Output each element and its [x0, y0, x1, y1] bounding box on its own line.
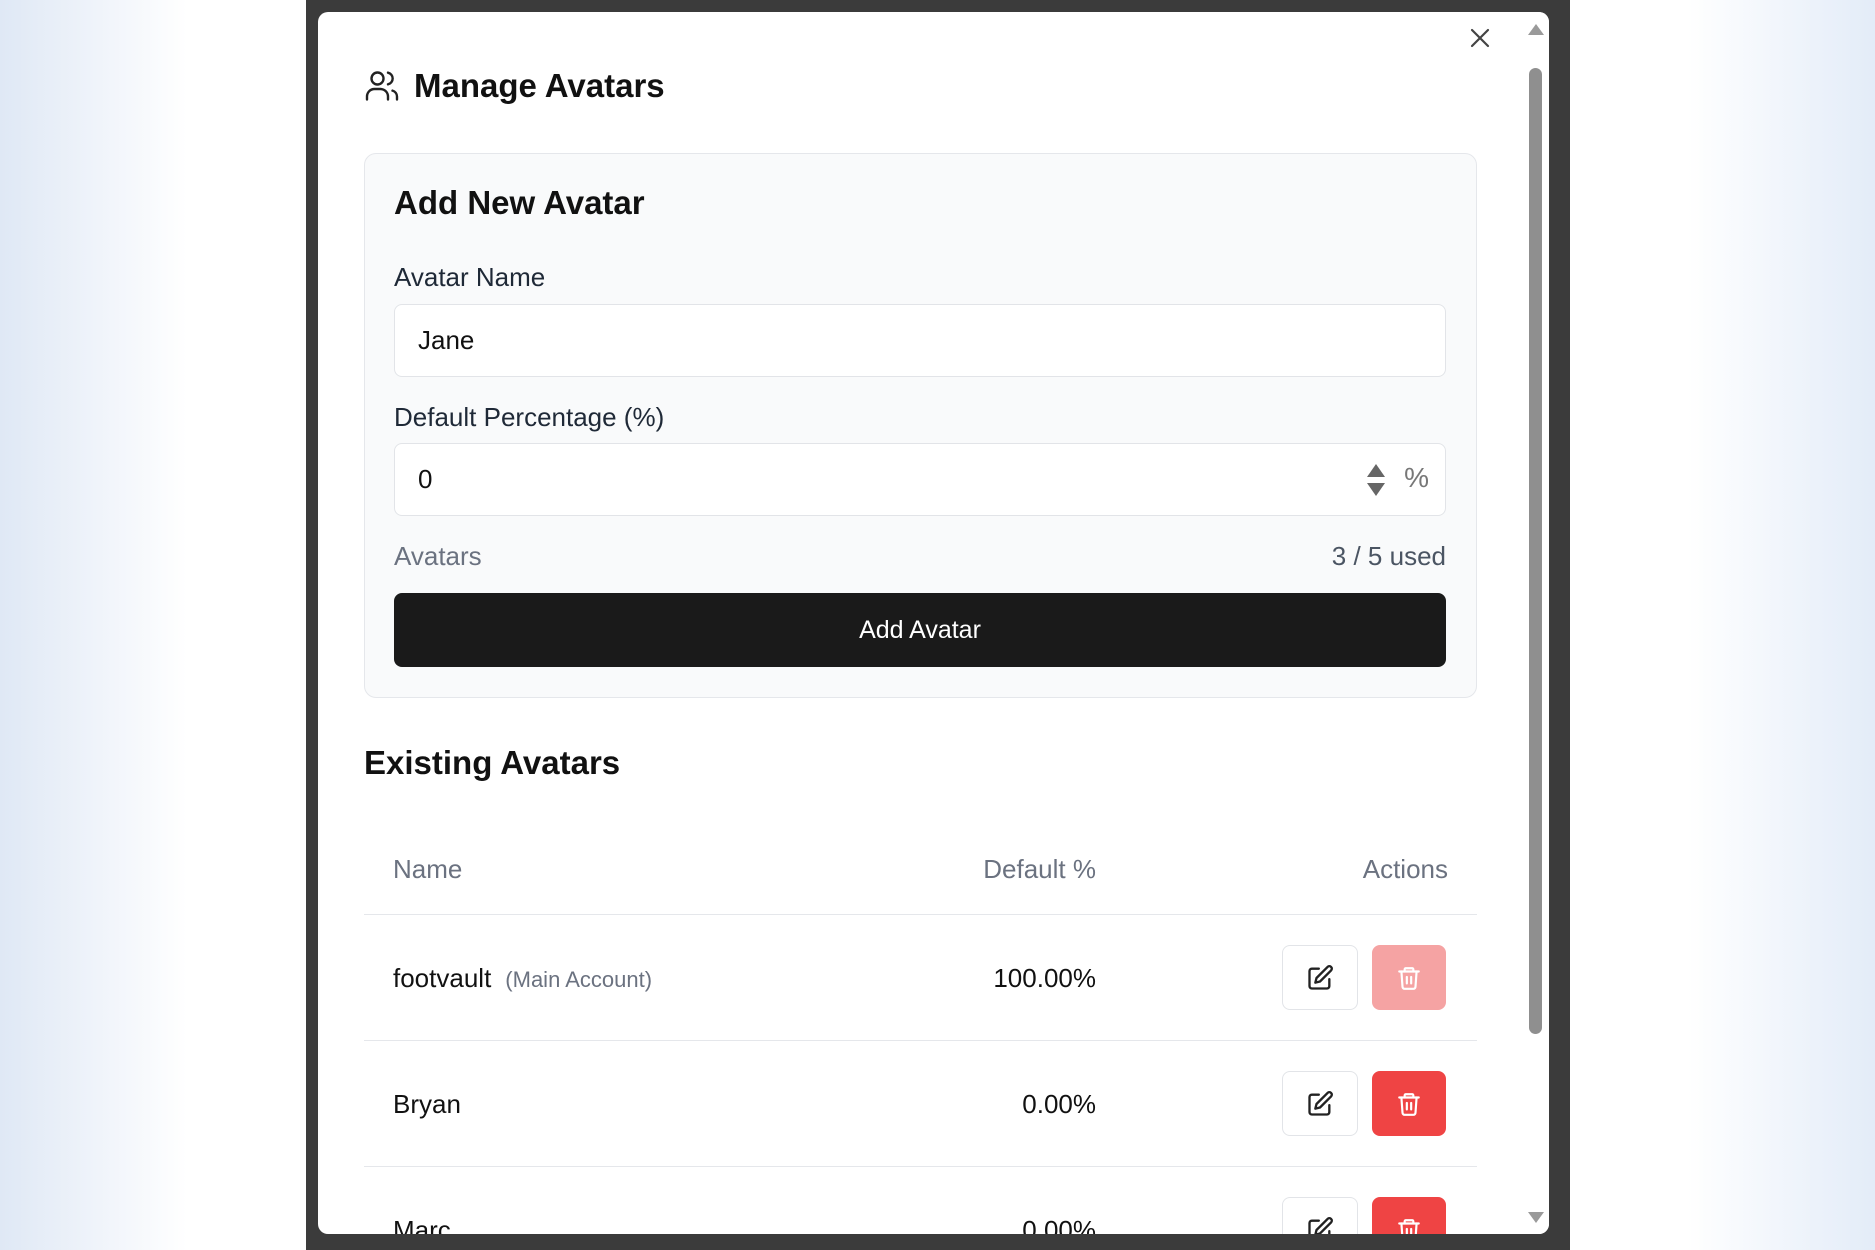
avatar-name-value: Jane: [418, 325, 475, 355]
spinner-up-icon[interactable]: [1367, 464, 1385, 477]
avatar-usage-label: Avatars: [394, 541, 482, 571]
delete-button[interactable]: [1372, 945, 1446, 1010]
default-percentage-value: 0: [418, 464, 433, 494]
edit-icon: [1308, 964, 1333, 990]
avatar-default-percent: 0.00%: [1022, 1215, 1096, 1234]
table-row: footvault (Main Account) 100.00%: [364, 915, 1477, 1041]
table-header-row: Name Default % Actions: [364, 822, 1477, 915]
trash-icon: [1398, 1218, 1420, 1234]
avatar-default-percent: 100.00%: [993, 963, 1096, 993]
dialog-title: Manage Avatars: [414, 67, 665, 104]
edit-button[interactable]: [1282, 1197, 1358, 1234]
avatar-name: footvault: [393, 963, 492, 993]
avatar-name: Marc: [393, 1215, 451, 1234]
spinner-down-icon[interactable]: [1367, 483, 1385, 496]
edit-button[interactable]: [1282, 1071, 1358, 1136]
column-header-actions: Actions: [1362, 854, 1448, 884]
users-icon: [365, 71, 399, 101]
delete-button[interactable]: [1372, 1071, 1446, 1136]
trash-icon: [1398, 1092, 1420, 1116]
avatar-usage-row: Avatars 3 / 5 used: [394, 541, 1446, 572]
avatar-usage-count: 3 / 5 used: [1331, 541, 1446, 571]
avatar-default-percent: 0.00%: [1022, 1089, 1096, 1119]
table-row: Marc 0.00%: [364, 1167, 1477, 1234]
dialog-header: Manage Avatars: [364, 56, 665, 116]
default-percentage-label: Default Percentage (%): [394, 402, 665, 432]
close-button[interactable]: [1462, 20, 1498, 56]
avatar-name-cell: Bryan: [393, 1089, 461, 1120]
add-avatar-heading: Add New Avatar: [394, 184, 645, 221]
edit-button[interactable]: [1282, 945, 1358, 1010]
manage-avatars-dialog: Manage Avatars Add New Avatar Avatar Nam…: [318, 12, 1549, 1234]
add-avatar-card: Add New Avatar Avatar Name Jane Default …: [364, 153, 1477, 698]
delete-button[interactable]: [1372, 1197, 1446, 1234]
table-row: Bryan 0.00%: [364, 1041, 1477, 1167]
edit-icon: [1308, 1216, 1333, 1234]
close-icon: [1470, 28, 1490, 48]
column-header-name: Name: [393, 854, 463, 884]
avatar-name: Bryan: [393, 1089, 461, 1119]
existing-avatars-heading: Existing Avatars: [364, 744, 621, 781]
avatar-name-cell: footvault (Main Account): [393, 963, 652, 994]
percent-suffix: %: [1404, 462, 1429, 493]
avatars-table: Name Default % Actions footvault (Main A…: [364, 822, 1477, 1234]
edit-icon: [1308, 1090, 1333, 1116]
dialog-scrollbar[interactable]: [1520, 12, 1549, 1234]
default-percentage-input[interactable]: 0 %: [394, 443, 1446, 516]
avatar-name-input[interactable]: Jane: [394, 304, 1446, 377]
scroll-up-arrow[interactable]: [1528, 24, 1544, 35]
avatar-name-cell: Marc: [393, 1215, 451, 1234]
trash-icon: [1398, 966, 1420, 990]
column-header-default: Default %: [983, 854, 1096, 884]
scroll-thumb[interactable]: [1529, 68, 1542, 1034]
avatar-subtitle: (Main Account): [505, 967, 653, 992]
avatar-name-label: Avatar Name: [394, 262, 546, 292]
scroll-down-arrow[interactable]: [1528, 1212, 1544, 1223]
add-avatar-button[interactable]: Add Avatar: [394, 593, 1446, 667]
number-spinner[interactable]: [1367, 464, 1385, 498]
